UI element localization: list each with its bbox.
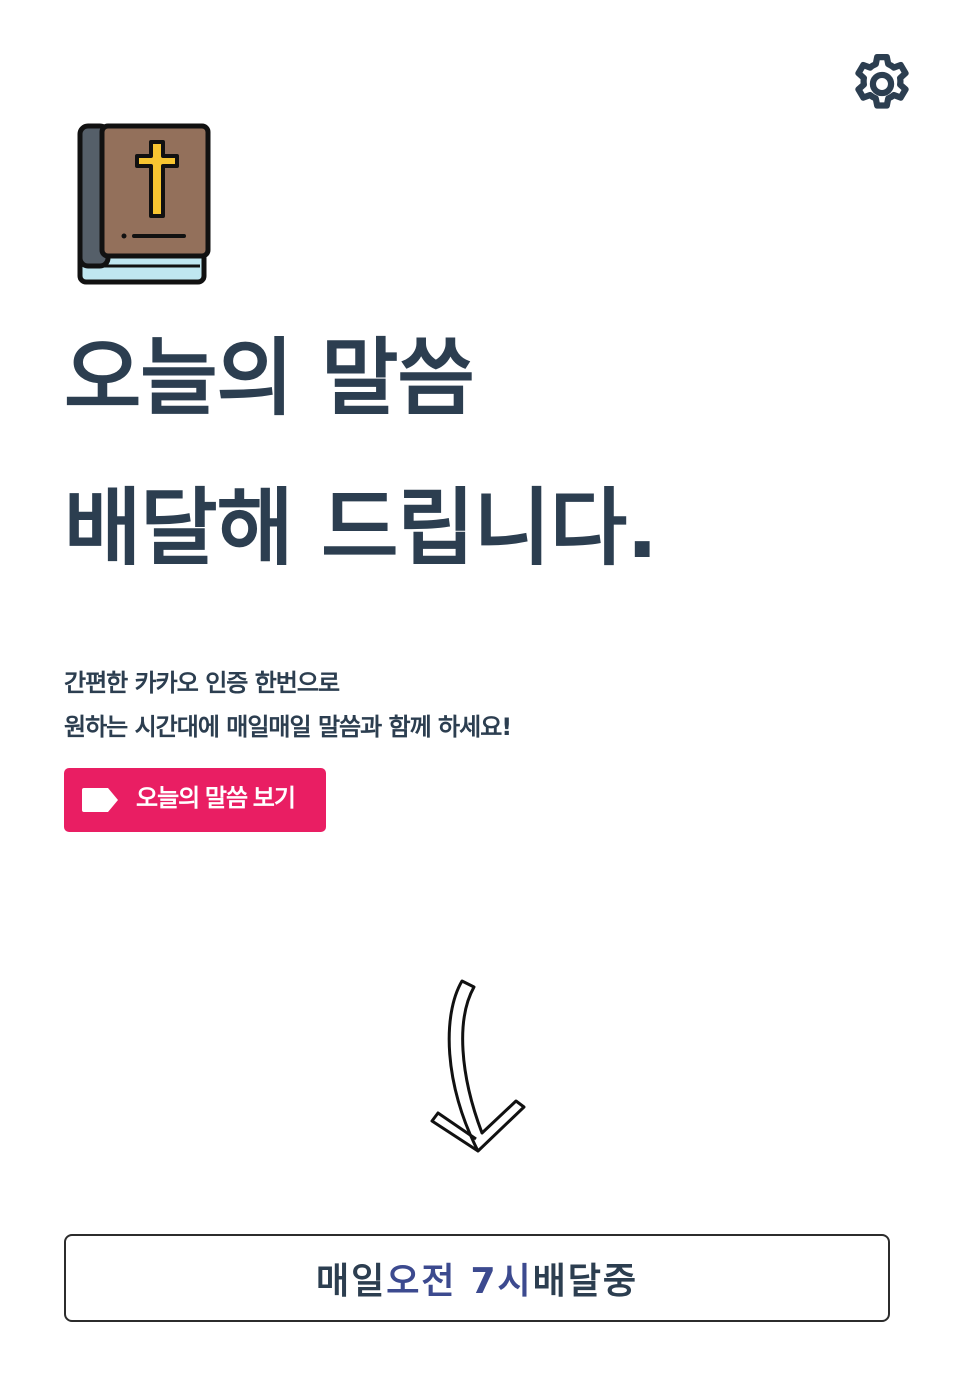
view-todays-word-button[interactable]: 오늘의 말씀 보기 <box>64 768 326 832</box>
bible-icon <box>76 122 212 286</box>
status-prefix: 매일 <box>315 1261 387 1302</box>
headline-line2: 배달해 드립니다. <box>64 479 658 577</box>
curved-arrow-down-icon <box>430 979 526 1153</box>
tag-icon <box>82 788 118 812</box>
description-line1: 간편한 카카오 인증 한번으로 <box>64 669 340 697</box>
description-line2: 원하는 시간대에 매일매일 말씀과 함께 하세요! <box>64 713 512 741</box>
status-suffix: 배달중 <box>532 1261 639 1302</box>
gear-icon <box>855 53 909 109</box>
delivery-status-banner: 매일 오전 7시 배달중 <box>64 1234 890 1322</box>
cta-label: 오늘의 말씀 보기 <box>136 785 296 812</box>
headline-line1: 오늘의 말씀 <box>64 329 475 427</box>
settings-button[interactable] <box>848 50 916 118</box>
status-time-hour: 7시 <box>470 1261 533 1302</box>
status-time-period: 오전 <box>386 1261 457 1302</box>
